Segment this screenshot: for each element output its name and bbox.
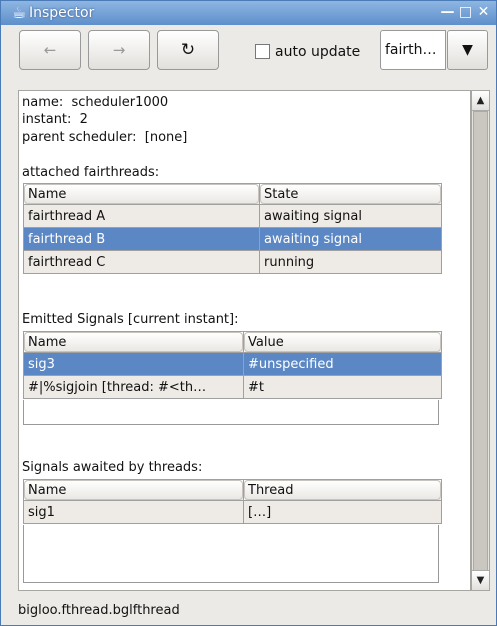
column-header-value[interactable]: Value <box>243 331 442 353</box>
cell-value: #t <box>243 375 442 399</box>
refresh-button[interactable]: ↻ <box>157 30 219 70</box>
status-text: bigloo.fthread.bglfthread <box>18 603 180 618</box>
back-button[interactable]: ← <box>19 30 81 70</box>
column-header-state[interactable]: State <box>259 183 442 205</box>
fairthreads-table: Name State fairthread A awaiting signal … <box>23 183 442 274</box>
instant-label: instant: <box>22 112 72 127</box>
vertical-scrollbar[interactable]: ▲ ▼ <box>471 90 490 591</box>
cell-name: sig3 <box>23 352 244 376</box>
name-value: scheduler1000 <box>71 95 169 110</box>
emitted-signals-table: Name Value sig3 #unspecified #|%sigjoin … <box>23 331 442 399</box>
table-row-selected[interactable]: sig3 #unspecified <box>23 352 442 376</box>
refresh-icon: ↻ <box>180 40 196 60</box>
fairthreads-heading: attached fairthreads: <box>22 165 160 180</box>
cell-name: #|%sigjoin [thread: #<th… <box>23 375 244 399</box>
name-row: name: scheduler1000 <box>22 95 168 111</box>
cell-value: #unspecified <box>243 352 442 376</box>
column-header-name[interactable]: Name <box>23 479 244 501</box>
table-row[interactable]: fairthread A awaiting signal <box>23 204 442 228</box>
close-icon[interactable]: ✕ <box>475 4 492 21</box>
java-cup-icon: ☕ <box>11 3 27 22</box>
maximize-icon[interactable]: □ <box>457 4 474 21</box>
awaited-empty-area <box>23 525 439 583</box>
status-bar: bigloo.fthread.bglfthread <box>1 597 496 625</box>
back-arrow-icon: ← <box>43 41 57 59</box>
cell-name: fairthread A <box>23 204 260 228</box>
awaited-signals-table: Name Thread sig1 […] <box>23 479 442 524</box>
emitted-signals-heading: Emitted Signals [current instant]: <box>22 312 239 327</box>
chevron-down-icon: ▼ <box>462 42 473 58</box>
table-row[interactable]: #|%sigjoin [thread: #<th… #t <box>23 375 442 399</box>
inspector-window: ☕ Inspector — □ ✕ ← → ↻ auto update fair… <box>0 0 497 626</box>
table-row[interactable]: fairthread C running <box>23 250 442 274</box>
instant-value: 2 <box>79 112 88 127</box>
fairthread-select[interactable]: fairth… <box>380 30 446 70</box>
name-label: name: <box>22 95 64 110</box>
cell-state: running <box>259 250 442 274</box>
parent-row: parent scheduler: [none] <box>22 130 187 146</box>
auto-update-checkbox[interactable] <box>255 44 270 59</box>
emitted-empty-area <box>23 400 439 425</box>
forward-button[interactable]: → <box>88 30 150 70</box>
title-bar[interactable]: ☕ Inspector — □ ✕ <box>1 1 496 25</box>
cell-name: sig1 <box>23 500 244 524</box>
window-title: Inspector <box>29 5 95 21</box>
table-header-row: Name Thread <box>23 479 442 501</box>
auto-update-label: auto update <box>275 44 361 60</box>
column-header-name[interactable]: Name <box>23 331 244 353</box>
awaited-signals-heading: Signals awaited by threads: <box>22 460 203 475</box>
parent-label: parent scheduler: <box>22 130 137 145</box>
table-header-row: Name Value <box>23 331 442 353</box>
toolbar: ← → ↻ auto update fairth… ▼ <box>1 25 496 77</box>
scroll-down-icon[interactable]: ▼ <box>472 570 489 590</box>
scroll-up-icon[interactable]: ▲ <box>472 91 489 111</box>
inspector-panel: name: scheduler1000 instant: 2 parent sc… <box>18 90 471 591</box>
cell-name: fairthread B <box>23 227 260 251</box>
table-row-selected[interactable]: fairthread B awaiting signal <box>23 227 442 251</box>
column-header-thread[interactable]: Thread <box>243 479 442 501</box>
scrollbar-thumb[interactable] <box>473 111 488 573</box>
column-header-name[interactable]: Name <box>23 183 260 205</box>
forward-arrow-icon: → <box>112 41 126 59</box>
cell-state: awaiting signal <box>259 227 442 251</box>
table-row[interactable]: sig1 […] <box>23 500 442 524</box>
instant-row: instant: 2 <box>22 112 88 128</box>
parent-value: [none] <box>144 130 188 145</box>
minimize-icon[interactable]: — <box>439 4 456 21</box>
cell-thread: […] <box>243 500 442 524</box>
cell-name: fairthread C <box>23 250 260 274</box>
dropdown-button[interactable]: ▼ <box>447 30 488 70</box>
table-header-row: Name State <box>23 183 442 205</box>
cell-state: awaiting signal <box>259 204 442 228</box>
